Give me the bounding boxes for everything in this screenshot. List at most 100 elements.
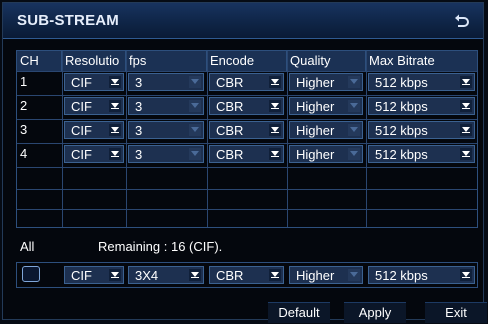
all-checkbox[interactable] (22, 266, 40, 282)
chevron-down-icon (109, 100, 121, 112)
chevron-down-icon (189, 269, 201, 281)
quality-select[interactable]: Higher (289, 121, 363, 139)
all-label: All (20, 239, 35, 254)
encode-select[interactable]: CBR (209, 145, 284, 163)
title-bar: SUB-STREAM (3, 3, 483, 39)
quality-select[interactable]: Higher (289, 97, 363, 115)
grid-line (17, 95, 477, 96)
resolution-select[interactable]: CIF (64, 73, 124, 91)
chevron-down-icon (269, 269, 281, 281)
encode-value: CBR (216, 99, 244, 114)
fps-select[interactable]: 3 (128, 145, 204, 163)
default-button[interactable]: Default (268, 302, 330, 323)
bitrate-value: 512 kbps (375, 147, 428, 162)
channel-label: 4 (20, 146, 28, 161)
chevron-down-icon (460, 269, 472, 281)
quality-select[interactable]: Higher (289, 73, 363, 91)
grid-line (17, 167, 477, 168)
quality-select[interactable]: Higher (289, 145, 363, 163)
bitrate-value: 512 kbps (375, 99, 428, 114)
all-encode-select[interactable]: CBR (209, 266, 284, 284)
chevron-down-icon (460, 148, 472, 160)
grid-line (62, 51, 63, 227)
quality-value: Higher (296, 123, 335, 138)
chevron-down-icon (189, 76, 201, 88)
encode-value: CBR (216, 123, 244, 138)
chevron-down-icon (269, 124, 281, 136)
exit-button[interactable]: Exit (425, 302, 487, 323)
resolution-select[interactable]: CIF (64, 97, 124, 115)
fps-value: 3 (135, 75, 143, 90)
grid-line (17, 119, 477, 120)
chevron-down-icon (348, 269, 360, 281)
channel-label: 2 (20, 98, 28, 113)
all-fps-select[interactable]: 3X4 (128, 266, 204, 284)
encode-select[interactable]: CBR (209, 73, 284, 91)
apply-button[interactable]: Apply (344, 302, 406, 323)
resolution-select[interactable]: CIF (64, 121, 124, 139)
chevron-down-icon (460, 100, 472, 112)
grid-line (207, 51, 208, 227)
all-quality-select[interactable]: Higher (289, 266, 363, 284)
chevron-down-icon (189, 100, 201, 112)
quality-value: Higher (296, 147, 335, 162)
fps-select[interactable]: 3 (128, 121, 204, 139)
grid-line (287, 51, 288, 227)
chevron-down-icon (348, 124, 360, 136)
encode-select[interactable]: CBR (209, 97, 284, 115)
grid-line (17, 143, 477, 144)
bitrate-select[interactable]: 512 kbps (368, 121, 475, 139)
bitrate-select[interactable]: 512 kbps (368, 145, 475, 163)
chevron-down-icon (460, 124, 472, 136)
chevron-down-icon (460, 76, 472, 88)
grid-line (366, 51, 367, 227)
header-quality: Quality (287, 51, 366, 71)
encode-value: CBR (216, 75, 244, 90)
channel-label: 1 (20, 74, 28, 89)
chevron-down-icon (109, 269, 121, 281)
header-ch: CH (17, 51, 62, 71)
remaining-text: Remaining : 16 (CIF). (98, 239, 223, 254)
chevron-down-icon (269, 76, 281, 88)
fps-value: 3 (135, 99, 143, 114)
all-resolution-select[interactable]: CIF (64, 266, 124, 284)
channel-label: 3 (20, 122, 28, 137)
bitrate-select[interactable]: 512 kbps (368, 73, 475, 91)
chevron-down-icon (189, 148, 201, 160)
bitrate-value: 512 kbps (375, 268, 428, 283)
encode-value: CBR (216, 147, 244, 162)
chevron-down-icon (109, 76, 121, 88)
back-icon[interactable] (451, 10, 473, 32)
resolution-value: CIF (71, 147, 92, 162)
all-bitrate-select[interactable]: 512 kbps (368, 266, 475, 284)
chevron-down-icon (269, 100, 281, 112)
resolution-value: CIF (71, 123, 92, 138)
quality-value: Higher (296, 75, 335, 90)
bitrate-select[interactable]: 512 kbps (368, 97, 475, 115)
resolution-select[interactable]: CIF (64, 145, 124, 163)
bitrate-value: 512 kbps (375, 123, 428, 138)
resolution-value: CIF (71, 99, 92, 114)
quality-value: Higher (296, 99, 335, 114)
resolution-value: CIF (71, 75, 92, 90)
bitrate-value: 512 kbps (375, 75, 428, 90)
fps-select[interactable]: 3 (128, 97, 204, 115)
chevron-down-icon (348, 76, 360, 88)
fps-value: 3X4 (135, 268, 159, 283)
fps-value: 3 (135, 123, 143, 138)
chevron-down-icon (348, 148, 360, 160)
resolution-value: CIF (71, 268, 92, 283)
header-encode: Encode (207, 51, 287, 71)
header-resolution: Resolutio (62, 51, 126, 71)
encode-select[interactable]: CBR (209, 121, 284, 139)
grid-line (17, 209, 477, 210)
chevron-down-icon (269, 148, 281, 160)
encode-value: CBR (216, 268, 244, 283)
header-max-bitrate: Max Bitrate (366, 51, 477, 71)
chevron-down-icon (189, 124, 201, 136)
header-fps: fps (126, 51, 207, 71)
chevron-down-icon (109, 148, 121, 160)
fps-select[interactable]: 3 (128, 73, 204, 91)
chevron-down-icon (348, 100, 360, 112)
grid-line (17, 71, 477, 72)
